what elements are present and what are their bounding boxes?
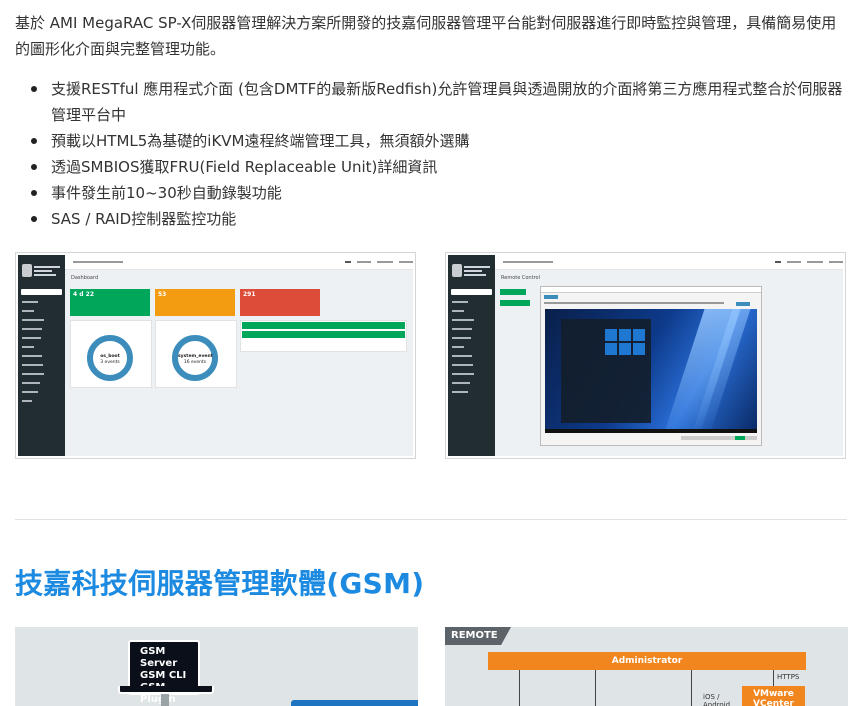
remote-tag: REMOTE [445, 627, 511, 645]
remote-architecture-diagram: REMOTE Administrator HTTPS iOS / Android… [445, 627, 848, 706]
avatar [452, 264, 462, 277]
donut-chart: os_boot 3 events [87, 335, 133, 381]
feature-item: 支援RESTful 應用程式介面 (包含DMTF的最新版Redfish)允許管理… [15, 76, 845, 128]
network-bar [291, 700, 418, 706]
feature-item: 事件發生前10~30秒自動錄製功能 [15, 180, 845, 206]
kvm-window[interactable] [540, 286, 762, 446]
intro-paragraph: 基於 AMI MegaRAC SP-X伺服器管理解決方案所開發的技嘉伺服器管理平… [15, 14, 837, 58]
avatar [22, 264, 32, 277]
remote-control-screenshot[interactable]: Remote Control [445, 252, 846, 459]
event-card: system_event 16 events [155, 320, 237, 388]
launch-kvm-button[interactable] [500, 289, 526, 295]
feature-list: 支援RESTful 應用程式介面 (包含DMTF的最新版Redfish)允許管理… [15, 76, 845, 232]
feature-item: 預載以HTML5為基礎的iKVM遠程終端管理工具，無須額外選購 [15, 128, 845, 154]
sidebar-search [21, 289, 62, 295]
event-card: os_boot 3 events [70, 320, 152, 388]
sidebar-search [451, 289, 492, 295]
start-menu [561, 319, 651, 423]
vmware-box: VMware VCenter [742, 686, 805, 706]
page-title: Dashboard [71, 275, 99, 281]
sidebar [448, 255, 495, 456]
donut-chart: system_event 16 events [172, 335, 218, 381]
feature-item: SAS / RAID控制器監控功能 [15, 206, 845, 232]
ios-android-label: iOS / Android [703, 693, 731, 706]
https-label: HTTPS [777, 673, 800, 681]
uptime-tile: 4 d 22 [70, 289, 150, 316]
administrator-bar: Administrator [488, 652, 806, 670]
events-tile: 291 [240, 289, 320, 316]
top-navbar [65, 255, 413, 270]
laptop-base [118, 686, 214, 694]
sidebar [18, 255, 65, 456]
launch-sol-button[interactable] [500, 300, 530, 306]
connector-line [161, 694, 169, 706]
top-navbar [495, 255, 843, 270]
monitoring-card [240, 320, 407, 352]
dashboard-screenshot[interactable]: Dashboard 4 d 22 53 291 os_boot 3 events… [15, 252, 416, 459]
gsm-architecture-diagram: GSM Server GSM CLI GSM Plugin [15, 627, 418, 706]
feature-item: 透過SMBIOS獲取FRU(Field Replaceable Unit)詳細資… [15, 154, 845, 180]
gsm-heading: 技嘉科技伺服器管理軟體(GSM) [15, 567, 425, 600]
remote-desktop[interactable] [545, 309, 757, 429]
sensor-tile: 53 [155, 289, 235, 316]
section-divider [15, 519, 847, 520]
page-title: Remote Control [501, 275, 540, 281]
